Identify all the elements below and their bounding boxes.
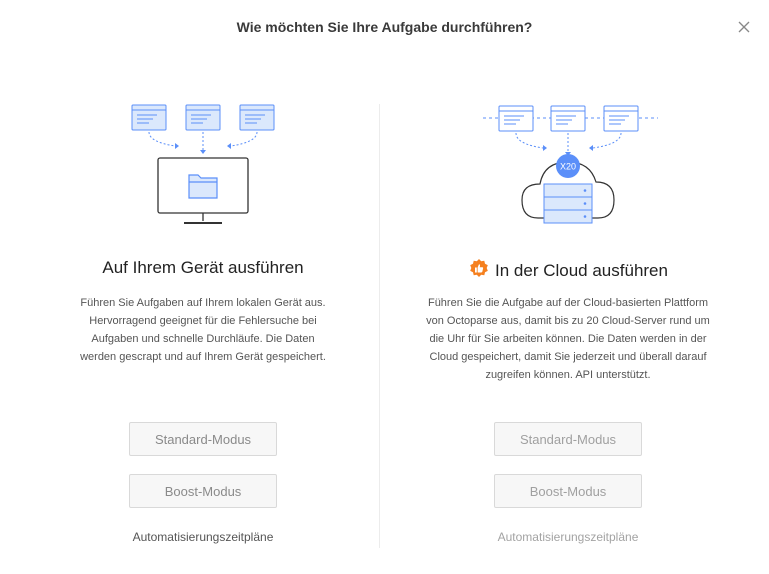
cloud-run-title: In der Cloud ausführen: [495, 261, 668, 280]
run-mode-dialog: Wie möchten Sie Ihre Aufgabe durchführen…: [0, 0, 769, 574]
cloud-illustration: X20: [483, 105, 658, 224]
folder-icon: [188, 174, 218, 199]
browser-window-icon: [498, 105, 639, 132]
thumbs-up-icon: [470, 259, 488, 277]
local-schedule-link[interactable]: Automatisierungszeitpläne: [53, 530, 353, 544]
panel-divider: [379, 104, 380, 548]
multiplier-label: X20: [560, 162, 576, 172]
browser-window-icon: [131, 104, 275, 131]
cloud-standard-mode-button[interactable]: Standard-Modus: [494, 422, 642, 456]
cloud-boost-mode-button[interactable]: Boost-Modus: [494, 474, 642, 508]
cloud-run-title-row: In der Cloud ausführen: [398, 258, 738, 281]
close-icon[interactable]: [735, 18, 753, 36]
dialog-title: Wie möchten Sie Ihre Aufgabe durchführen…: [236, 19, 533, 35]
local-device-illustration: [131, 104, 275, 224]
local-run-title: Auf Ihrem Gerät ausführen: [102, 258, 304, 277]
local-standard-mode-button[interactable]: Standard-Modus: [129, 422, 277, 456]
cloud-run-description: Führen Sie die Aufgabe auf der Cloud-bas…: [426, 297, 710, 381]
local-boost-mode-button[interactable]: Boost-Modus: [129, 474, 277, 508]
cloud-schedule-link[interactable]: Automatisierungszeitpläne: [418, 530, 718, 544]
local-run-description: Führen Sie Aufgaben auf Ihrem lokalen Ge…: [80, 297, 326, 363]
